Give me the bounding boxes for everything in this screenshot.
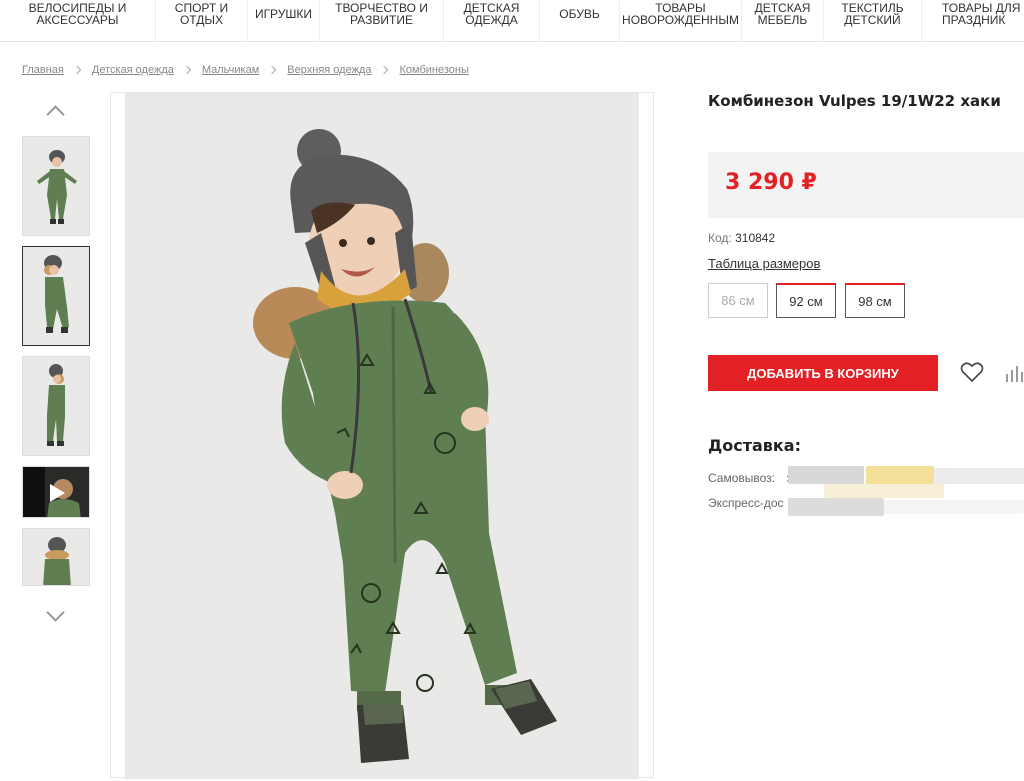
- redacted-block: [824, 484, 944, 498]
- delivery-pickup-row: Самовывоз: з: [708, 471, 792, 485]
- thumbnail-video[interactable]: [22, 466, 90, 518]
- nav-item-textile[interactable]: ТЕКСТИЛЬ ДЕТСКИЙ: [824, 0, 922, 42]
- child-in-jumpsuit-illustration: [125, 93, 639, 779]
- nav-item-sport[interactable]: СПОРТ И ОТДЫХ: [156, 0, 248, 42]
- size-option-92[interactable]: 92 см: [776, 283, 836, 318]
- thumb-photo-main: [23, 247, 89, 345]
- wishlist-heart-icon[interactable]: [960, 361, 984, 383]
- breadcrumb: Главная Детская одежда Мальчикам Верхняя…: [22, 64, 469, 76]
- size-option-98[interactable]: 98 см: [845, 283, 905, 318]
- thumbnail-1[interactable]: [22, 136, 90, 236]
- product-code-value: 310842: [735, 231, 776, 245]
- size-table-link[interactable]: Таблица размеров: [708, 256, 820, 271]
- redacted-block: [788, 498, 884, 516]
- chevron-right-icon: [380, 65, 389, 75]
- nav-item-creativity[interactable]: ТВОРЧЕСТВО И РАЗВИТИЕ: [320, 0, 444, 42]
- redacted-block: [866, 466, 934, 486]
- play-icon: [50, 484, 65, 502]
- breadcrumb-boys[interactable]: Мальчикам: [202, 64, 259, 76]
- nav-item-holiday[interactable]: ТОВАРЫ ДЛЯ ПРАЗДНИК: [922, 0, 1024, 42]
- breadcrumb-outerwear[interactable]: Верхняя одежда: [287, 64, 371, 76]
- breadcrumb-jumpsuits[interactable]: Комбинезоны: [399, 64, 468, 76]
- nav-item-furniture[interactable]: ДЕТСКАЯ МЕБЕЛЬ: [742, 0, 824, 42]
- redacted-block: [788, 466, 864, 484]
- breadcrumb-kids-clothing[interactable]: Детская одежда: [92, 64, 174, 76]
- product-code-label: Код:: [708, 231, 732, 245]
- thumbs-up-arrow-icon[interactable]: [46, 100, 66, 120]
- product-photo-background: [125, 93, 639, 779]
- breadcrumb-home[interactable]: Главная: [22, 64, 64, 76]
- thumb-photo-side: [23, 357, 89, 455]
- delivery-pickup-label: Самовывоз:: [708, 471, 776, 485]
- thumbs-down-arrow-icon[interactable]: [46, 606, 66, 626]
- delivery-heading: Доставка:: [708, 436, 801, 455]
- thumb-photo-front: [23, 137, 89, 235]
- size-option-86[interactable]: 86 см: [708, 283, 768, 318]
- price-box: 3 290 ₽: [708, 152, 1024, 218]
- nav-item-bicycles[interactable]: ВЕЛОСИПЕДЫ И АКСЕССУАРЫ: [0, 0, 156, 42]
- thumbnail-5[interactable]: [22, 528, 90, 586]
- thumbnail-3[interactable]: [22, 356, 90, 456]
- chevron-right-icon: [268, 65, 277, 75]
- delivery-express-row: Экспресс-дос: [708, 496, 784, 510]
- nav-item-toys[interactable]: ИГРУШКИ: [248, 0, 320, 42]
- chevron-right-icon: [72, 65, 82, 75]
- thumbnail-2[interactable]: [22, 246, 90, 346]
- add-to-cart-button[interactable]: ДОБАВИТЬ В КОРЗИНУ: [708, 355, 938, 391]
- thumb-photo-back: [23, 529, 89, 585]
- nav-item-newborn[interactable]: ТОВАРЫ НОВОРОЖДЕННЫМ: [620, 0, 742, 42]
- chevron-right-icon: [182, 65, 192, 75]
- product-price: 3 290 ₽: [725, 170, 817, 195]
- nav-item-shoes[interactable]: ОБУВЬ: [540, 0, 620, 42]
- main-product-image[interactable]: [110, 92, 654, 779]
- delivery-express-label: Экспресс-дос: [708, 496, 784, 510]
- compare-icon[interactable]: [1004, 364, 1024, 382]
- product-code: Код: 310842: [708, 231, 775, 245]
- product-title: Комбинезон Vulpes 19/1W22 хаки: [708, 92, 1001, 110]
- nav-item-kids-clothing[interactable]: ДЕТСКАЯ ОДЕЖДА: [444, 0, 540, 42]
- redacted-block: [884, 500, 1024, 514]
- top-navigation: ВЕЛОСИПЕДЫ И АКСЕССУАРЫ СПОРТ И ОТДЫХ ИГ…: [0, 0, 1024, 42]
- redacted-block: [934, 468, 1024, 484]
